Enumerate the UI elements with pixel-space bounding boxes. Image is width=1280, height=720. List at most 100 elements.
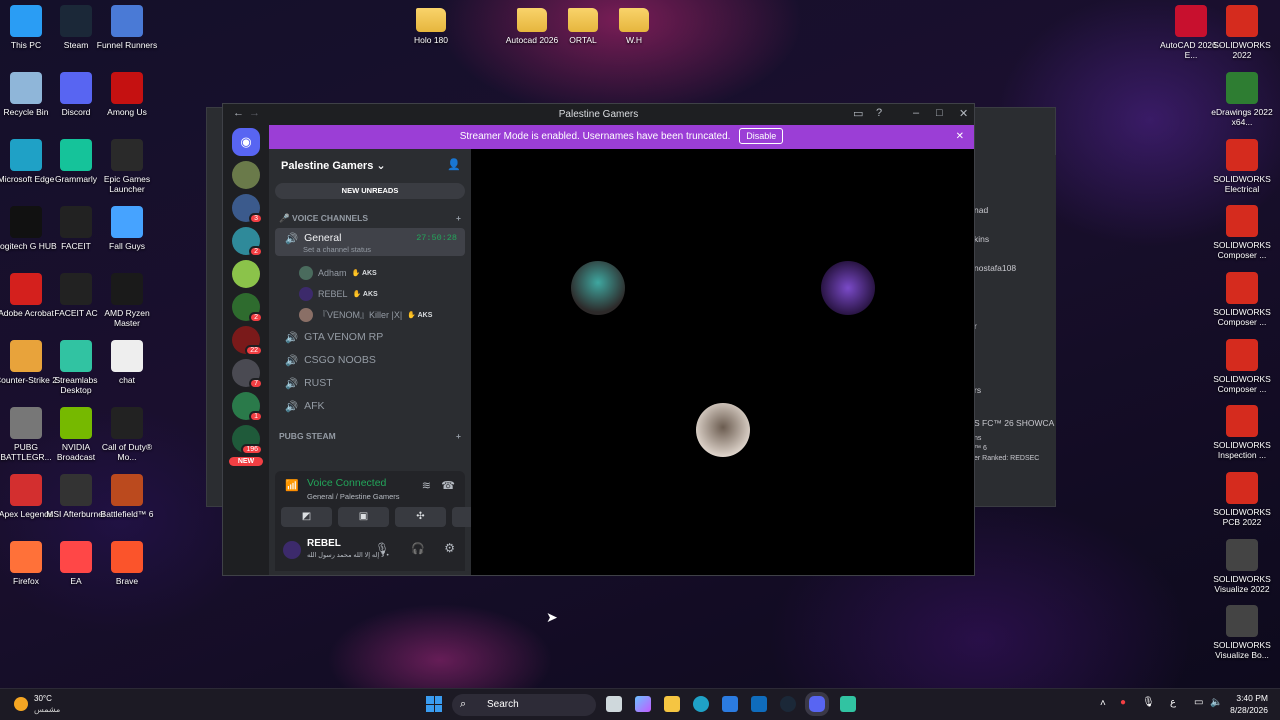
desktop-shortcut[interactable]: SOLIDWORKS Composer ... xyxy=(1209,339,1275,394)
server-icon[interactable]: 22 xyxy=(232,326,263,356)
tray-app-icon[interactable]: ● xyxy=(1120,697,1126,708)
desktop-shortcut[interactable]: SOLIDWORKS Composer ... xyxy=(1209,272,1275,327)
camera-button[interactable]: ◩ xyxy=(281,507,332,527)
noise-suppression-icon[interactable]: ≋ xyxy=(422,479,431,492)
streamer-banner-text: Streamer Mode is enabled. Usernames have… xyxy=(459,131,731,142)
participant-tile[interactable] xyxy=(726,219,969,356)
outlook-icon[interactable] xyxy=(751,696,767,712)
discord-icon[interactable] xyxy=(809,696,825,712)
signal-icon[interactable]: 📶 xyxy=(285,479,299,492)
server-palestine-gamers[interactable] xyxy=(232,161,260,189)
server-header[interactable]: Palestine Gamers ⌄ 👤 xyxy=(269,149,471,183)
clock[interactable]: 3:40 PM 8/28/2026 xyxy=(1230,693,1268,715)
gear-icon[interactable]: ⚙ xyxy=(444,541,455,555)
avatar[interactable] xyxy=(283,541,301,559)
desktop-shortcut[interactable]: AMD Ryzen Master xyxy=(94,273,160,328)
close-banner-icon[interactable]: ✕ xyxy=(956,125,964,149)
server-icon[interactable]: 196 xyxy=(232,425,263,455)
cs2-icon xyxy=(10,340,42,372)
headphones-icon[interactable]: 🎧 xyxy=(411,542,425,555)
discord-home-icon[interactable]: ◉ xyxy=(232,128,260,156)
edge-icon[interactable] xyxy=(693,696,709,712)
desktop-shortcut[interactable]: Among Us xyxy=(94,72,160,117)
desktop-shortcut[interactable]: SOLIDWORKS Composer ... xyxy=(1209,205,1275,260)
search-placeholder: Search xyxy=(487,699,519,710)
weather-desc[interactable]: مشمس xyxy=(34,705,60,714)
voice-member[interactable]: 『VENOM』Killer |X| ✋ AKS xyxy=(299,304,471,325)
store-icon[interactable] xyxy=(722,696,738,712)
desktop-shortcut[interactable]: Battlefield™ 6 xyxy=(94,474,160,519)
add-channel-icon[interactable]: + xyxy=(456,431,461,441)
screen-share-button[interactable]: ▣ xyxy=(338,507,389,527)
voice-location[interactable]: General / Palestine Gamers xyxy=(307,492,400,501)
voice-channel[interactable]: 🔊 CSGO NOOBS xyxy=(275,349,465,371)
voice-connected-label[interactable]: Voice Connected xyxy=(307,477,386,489)
server-icon[interactable]: 2 xyxy=(232,293,263,323)
search-box[interactable]: ⌕ Search xyxy=(452,694,596,716)
server-icon[interactable]: 3 xyxy=(232,194,263,224)
server-icon[interactable]: 2 xyxy=(232,227,263,257)
minimize-icon[interactable]: – xyxy=(913,107,919,119)
disconnect-icon[interactable]: ☎ xyxy=(441,479,455,492)
member-tag: ✋ AKS xyxy=(352,290,378,298)
microphone-icon[interactable]: 🎙 xyxy=(1142,697,1155,708)
copilot-icon[interactable] xyxy=(635,696,651,712)
desktop-shortcut[interactable]: Fall Guys xyxy=(94,206,160,251)
server-icon[interactable]: 7 xyxy=(232,359,263,389)
start-icon[interactable] xyxy=(426,696,442,712)
folder[interactable]: Holo 180 xyxy=(398,2,464,45)
streamlabs-icon[interactable] xyxy=(840,696,856,712)
server-icon[interactable] xyxy=(232,260,260,288)
pubg-category[interactable]: PUBG STEAM + xyxy=(269,431,471,441)
voice-channel[interactable]: 🔊 GTA VENOM RP xyxy=(275,326,465,348)
channel-status[interactable]: Set a channel status xyxy=(303,245,371,254)
desktop-shortcut[interactable]: eDrawings 2022 x64... xyxy=(1209,72,1275,127)
desktop-shortcut[interactable]: SOLIDWORKS Visualize Bo... xyxy=(1209,605,1275,660)
background-text: S FC™ 26 SHOWCA xyxy=(974,418,1055,428)
inbox-icon[interactable]: ▭ xyxy=(853,107,863,120)
desktop-shortcut-label: AMD Ryzen Master xyxy=(104,308,150,328)
desktop-shortcut[interactable]: Funnel Runners xyxy=(94,5,160,50)
new-unreads-button[interactable]: NEW UNREADS xyxy=(275,183,465,199)
close-icon[interactable]: ✕ xyxy=(959,107,968,120)
brave-icon xyxy=(111,541,143,573)
desktop-shortcut[interactable]: SOLIDWORKS 2022 xyxy=(1209,5,1275,60)
disable-streamer-button[interactable]: Disable xyxy=(739,128,784,144)
channel-general[interactable]: 🔊 General 27:50:28 Set a channel status xyxy=(275,228,465,256)
new-badge[interactable]: NEW xyxy=(229,457,263,466)
sun-icon[interactable] xyxy=(14,697,28,711)
voice-member[interactable]: Adham ✋ AKS xyxy=(299,262,471,283)
voice-category[interactable]: 🎤 VOICE CHANNELS + xyxy=(269,213,471,224)
microphone-icon[interactable]: 🎙 xyxy=(375,542,389,555)
desktop-shortcut[interactable]: SOLIDWORKS Visualize 2022 xyxy=(1209,539,1275,594)
language-indicator[interactable]: ع xyxy=(1170,697,1176,708)
folder[interactable]: W.H xyxy=(601,2,667,45)
desktop-shortcut[interactable]: SOLIDWORKS Inspection ... xyxy=(1209,405,1275,460)
voice-channel[interactable]: 🔊 AFK xyxy=(275,395,465,417)
desktop-shortcut[interactable]: SOLIDWORKS Electrical xyxy=(1209,139,1275,194)
add-member-icon[interactable]: 👤 xyxy=(447,158,461,171)
voice-member[interactable]: REBEL ✋ AKS xyxy=(299,283,471,304)
voice-channel[interactable]: 🔊 RUST xyxy=(275,372,465,394)
server-icon[interactable]: 1 xyxy=(232,392,263,422)
solidworks-icon xyxy=(1226,272,1258,304)
help-icon[interactable]: ? xyxy=(876,107,882,119)
weather-temp[interactable]: 30°C xyxy=(34,694,52,703)
participant-tile[interactable] xyxy=(477,219,719,356)
participant-tile[interactable] xyxy=(601,361,844,498)
desktop-shortcut[interactable]: chat xyxy=(94,340,160,385)
desktop-shortcut[interactable]: Epic Games Launcher xyxy=(94,139,160,194)
volume-icon[interactable]: 🔈 xyxy=(1210,697,1222,708)
add-channel-icon[interactable]: + xyxy=(456,213,461,223)
file-explorer-icon[interactable] xyxy=(664,696,680,712)
activities-button[interactable]: ✣ xyxy=(395,507,446,527)
steam-icon[interactable] xyxy=(780,696,796,712)
desktop-shortcut[interactable]: Call of Duty® Mo... xyxy=(94,407,160,462)
maximize-icon[interactable]: □ xyxy=(936,107,943,119)
desktop-shortcut[interactable]: Brave xyxy=(94,541,160,586)
chevron-up-icon[interactable]: ˄ xyxy=(1100,698,1106,709)
network-icon[interactable]: ▭ xyxy=(1194,697,1203,708)
username[interactable]: REBEL xyxy=(307,538,341,549)
task-view-icon[interactable] xyxy=(606,696,622,712)
desktop-shortcut[interactable]: SOLIDWORKS PCB 2022 xyxy=(1209,472,1275,527)
